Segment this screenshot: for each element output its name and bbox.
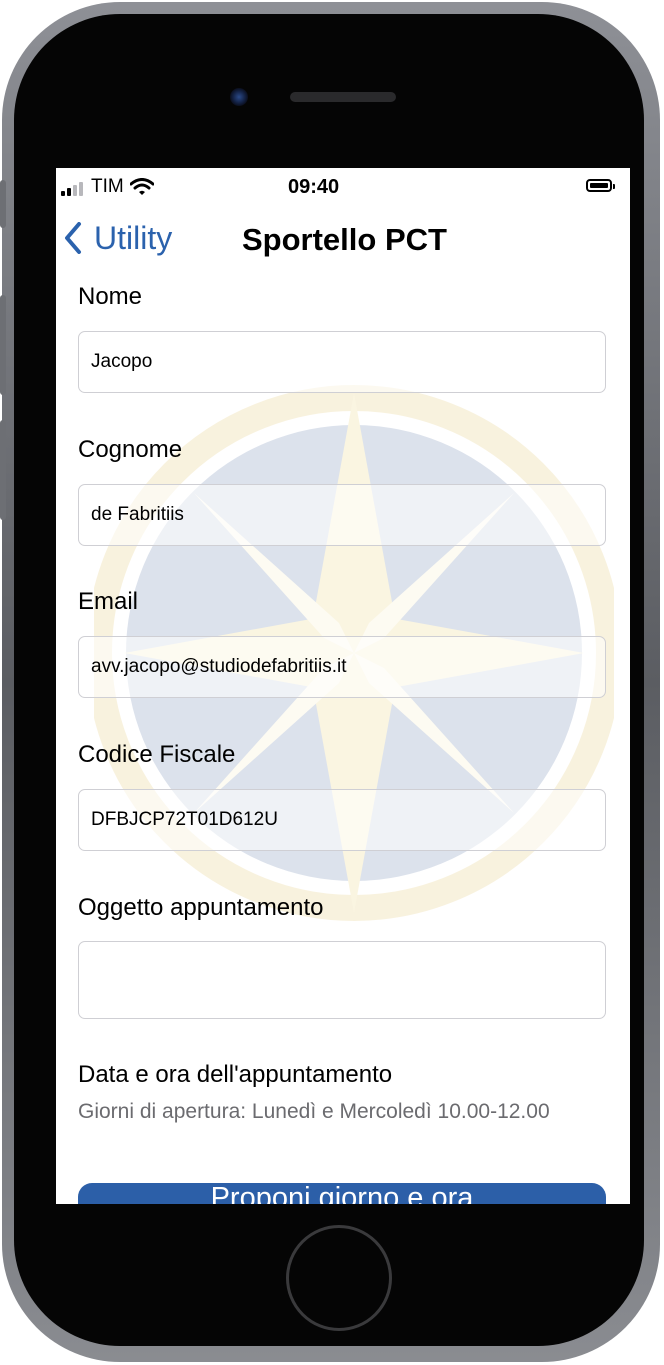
navigation-bar: Utility Sportello PCT [56, 208, 630, 274]
battery-icon [586, 179, 615, 192]
carrier-name: TIM [91, 176, 124, 197]
appointment-label: Data e ora dell'appuntamento [78, 1061, 393, 1088]
cognome-input[interactable]: de Fabritiis [78, 484, 606, 546]
mute-switch [0, 180, 6, 228]
back-button[interactable]: Utility [64, 218, 172, 258]
nome-label: Nome [78, 283, 143, 310]
opening-hours-note: Giorni di apertura: Lunedì e Mercoledì 1… [78, 1100, 550, 1123]
app-screen: TIM 09:40 Utility Sportello PCT Nome Jac… [56, 168, 630, 1204]
status-time: 09:40 [288, 176, 340, 198]
page-title: Sportello PCT [242, 222, 447, 257]
oggetto-input[interactable] [78, 941, 606, 1019]
email-label: Email [78, 588, 139, 615]
front-camera [230, 88, 248, 106]
codice-fiscale-label: Codice Fiscale [78, 741, 236, 768]
propose-date-button[interactable]: Proponi giorno e ora [78, 1183, 606, 1204]
chevron-left-icon [65, 222, 81, 254]
codice-fiscale-input[interactable]: DFBJCP72T01D612U [78, 789, 606, 851]
volume-up-button [0, 295, 6, 395]
cognome-label: Cognome [78, 436, 183, 463]
nome-input[interactable]: Jacopo [78, 331, 606, 393]
status-bar: TIM 09:40 [56, 168, 630, 208]
email-input[interactable]: avv.jacopo@studiodefabritiis.it [78, 636, 606, 698]
wifi-icon [130, 178, 154, 195]
volume-down-button [0, 420, 6, 520]
earpiece-speaker [290, 92, 396, 102]
home-button[interactable] [286, 1225, 392, 1331]
oggetto-label: Oggetto appuntamento [78, 894, 324, 921]
back-button-label: Utility [94, 219, 173, 256]
